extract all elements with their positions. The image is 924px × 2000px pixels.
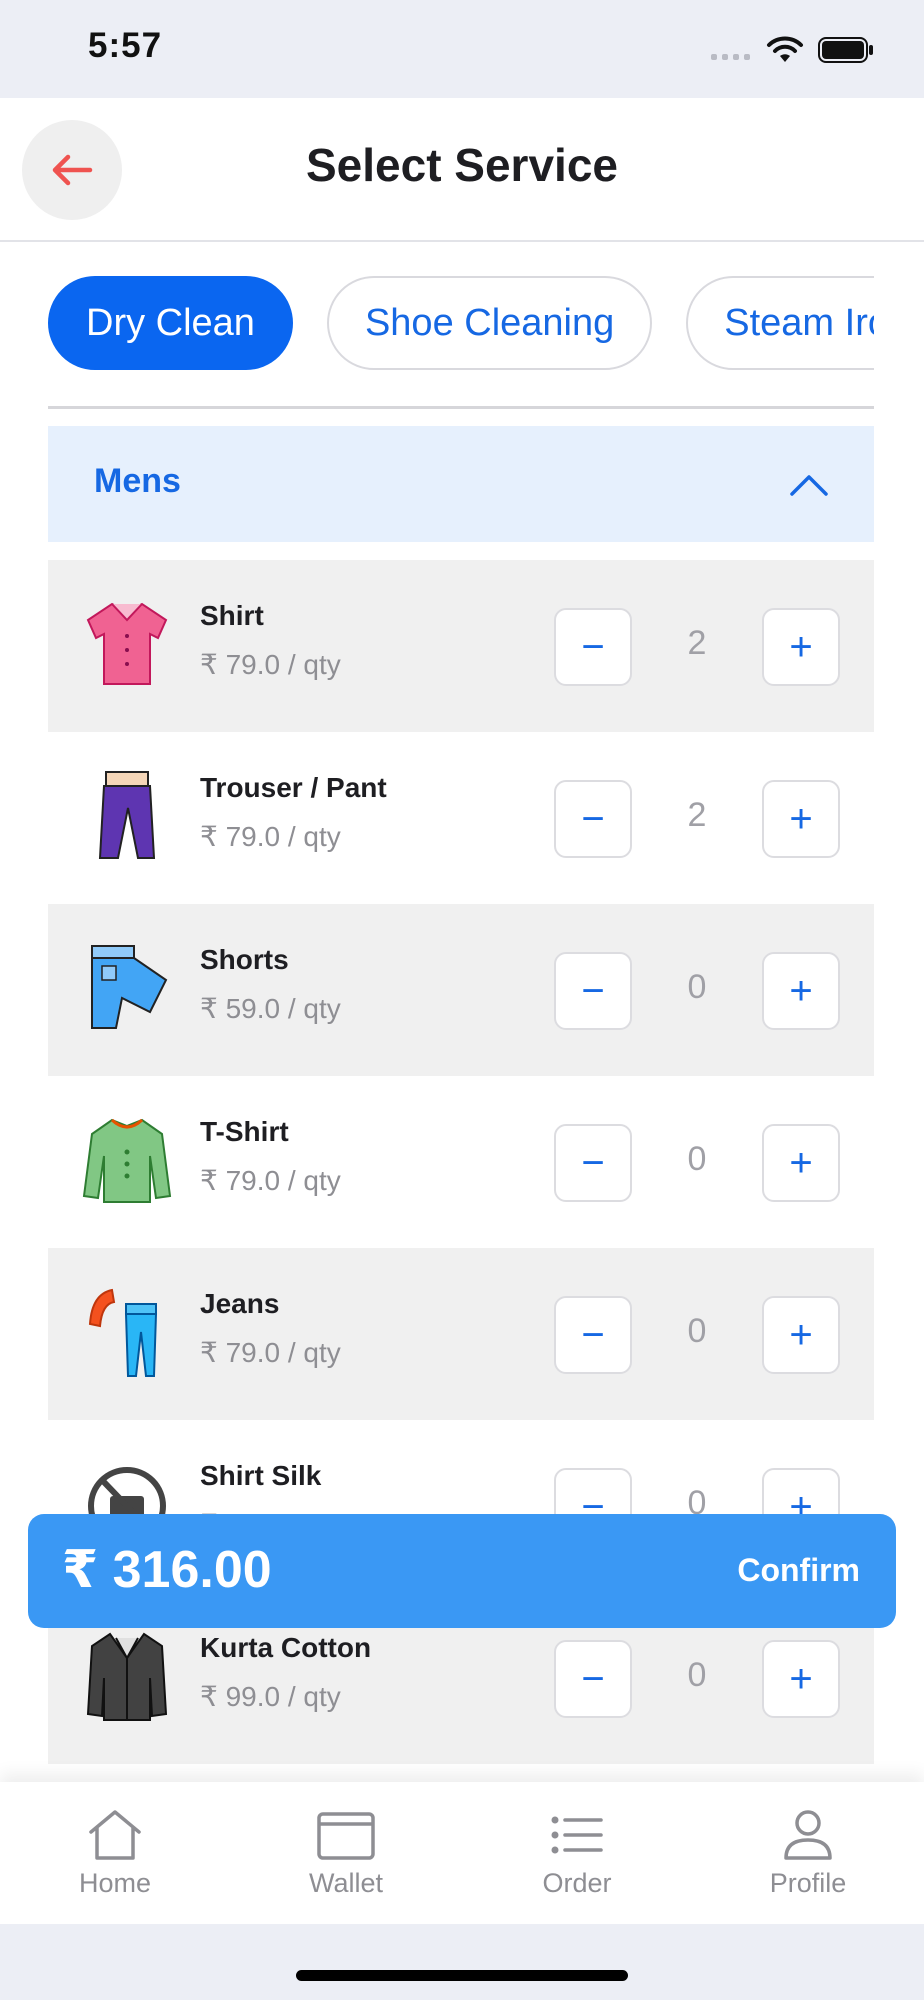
item-price: ₹ 99.0 / qty [200,1681,341,1712]
home-indicator[interactable] [296,1970,628,1981]
list-item: T-Shirt ₹ 79.0 / qty − 0 + [48,1076,874,1248]
nav-item-home[interactable]: Home [35,1808,195,1899]
home-icon [89,1810,141,1860]
quantity-value: 0 [687,1656,707,1694]
list-item: Trouser / Pant ₹ 79.0 / qty − 2 + [48,732,874,904]
service-tabs[interactable]: Dry Clean Shoe Cleaning Steam Ironing [48,276,874,372]
status-bar: 5:57 [0,0,924,98]
tab-shoe-cleaning[interactable]: Shoe Cleaning [326,276,653,370]
signal-icon [711,54,750,60]
decrease-quantity-button[interactable]: − [554,1124,632,1202]
item-name: Shirt Silk [200,1460,322,1491]
list-item: Jeans ₹ 79.0 / qty − 0 + [48,1248,874,1420]
list-item: Shirt ₹ 79.0 / qty − 2 + [48,560,874,732]
item-price: ₹ 59.0 / qty [200,993,341,1024]
quantity-value: 0 [687,1140,707,1178]
total-amount: ₹ 316.00 [62,1541,272,1599]
increase-quantity-button[interactable]: + [762,608,840,686]
tab-dry-clean[interactable]: Dry Clean [48,276,293,370]
nav-item-order[interactable]: Order [497,1808,657,1899]
total-confirm-bar[interactable]: ₹ 316.00 Confirm [28,1514,896,1628]
decrease-quantity-button[interactable]: − [554,1296,632,1374]
shorts-icon [91,945,168,1029]
confirm-button[interactable]: Confirm [737,1552,860,1589]
item-name: T-Shirt [200,1116,289,1147]
tab-steam-ironing[interactable]: Steam Ironing [686,276,874,370]
increase-quantity-button[interactable]: + [762,1124,840,1202]
increase-quantity-button[interactable]: + [762,780,840,858]
nav-item-profile[interactable]: Profile [728,1808,888,1899]
nav-label: Home [78,1868,152,1898]
blazer-icon [86,1632,168,1721]
page-title: Select Service [305,139,618,191]
item-name: Shorts [200,944,289,975]
tabs-divider [48,406,874,409]
category-header-mens[interactable]: Mens [48,426,874,542]
item-name: Jeans [200,1288,280,1319]
quantity-value: 0 [687,1312,707,1350]
wifi-icon [767,36,803,62]
quantity-value: 0 [687,968,707,1006]
item-price: ₹ 79.0 / qty [200,1337,341,1368]
status-time: 5:57 [88,26,163,65]
profile-icon [784,1810,832,1860]
item-price: ₹ 79.0 / qty [200,821,341,852]
bottom-nav: Home Wallet Order Profile [0,1782,924,1924]
increase-quantity-button[interactable]: + [762,1640,840,1718]
home-indicator-area [0,1924,924,2000]
item-name: Kurta Cotton [200,1632,372,1663]
decrease-quantity-button[interactable]: − [554,952,632,1030]
increase-quantity-button[interactable]: + [762,952,840,1030]
wallet-icon [317,1812,375,1860]
nav-label: Order [542,1868,612,1898]
decrease-quantity-button[interactable]: − [554,608,632,686]
decrease-quantity-button[interactable]: − [554,1640,632,1718]
battery-icon [818,37,873,63]
item-price: ₹ 79.0 / qty [200,649,341,680]
chevron-up-icon[interactable] [788,464,830,506]
item-name: Trouser / Pant [200,772,387,803]
list-icon [551,1816,603,1854]
quantity-value: 2 [687,624,707,662]
header: Select Service [0,98,924,242]
list-item: Shorts ₹ 59.0 / qty − 0 + [48,904,874,1076]
trouser-icon [98,771,156,859]
item-name: Shirt [200,600,264,631]
nav-label: Profile [769,1868,847,1898]
tshirt-icon [82,1118,172,1203]
nav-item-wallet[interactable]: Wallet [266,1808,426,1899]
jeans-icon [88,1288,158,1377]
quantity-value: 2 [687,796,707,834]
nav-label: Wallet [308,1868,383,1898]
increase-quantity-button[interactable]: + [762,1296,840,1374]
item-price: ₹ 79.0 / qty [200,1165,341,1196]
shirt-icon [86,602,168,685]
category-title: Mens [94,462,181,500]
decrease-quantity-button[interactable]: − [554,780,632,858]
